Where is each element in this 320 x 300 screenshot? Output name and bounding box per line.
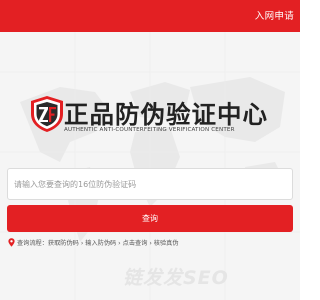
hero-section [0,32,300,300]
top-bar: 入网申请 [0,0,300,32]
shield-zf-logo-icon [31,96,63,132]
location-pin-icon [8,238,15,247]
brand-subtitle: AUTHENTIC ANTI-COUNTERFEITING VERIFICATI… [64,127,235,133]
verification-code-input[interactable] [7,168,293,200]
process-text: 查询流程：获取防伪码 › 输入防伪码 › 点击查询 › 核验真伪 [17,240,179,247]
page: 入网申请 正品防伪验证中心 AUTHENTIC ANTI-COUNTERFEIT… [0,0,300,300]
world-map-background [0,32,300,300]
query-process-hint: 查询流程：获取防伪码 › 输入防伪码 › 点击查询 › 核验真伪 [8,238,179,247]
brand-title: 正品防伪验证中心 [64,100,268,129]
watermark-text: 链发发SEO [123,267,229,289]
query-button[interactable]: 查询 [7,205,293,232]
join-application-link[interactable]: 入网申请 [255,8,294,22]
